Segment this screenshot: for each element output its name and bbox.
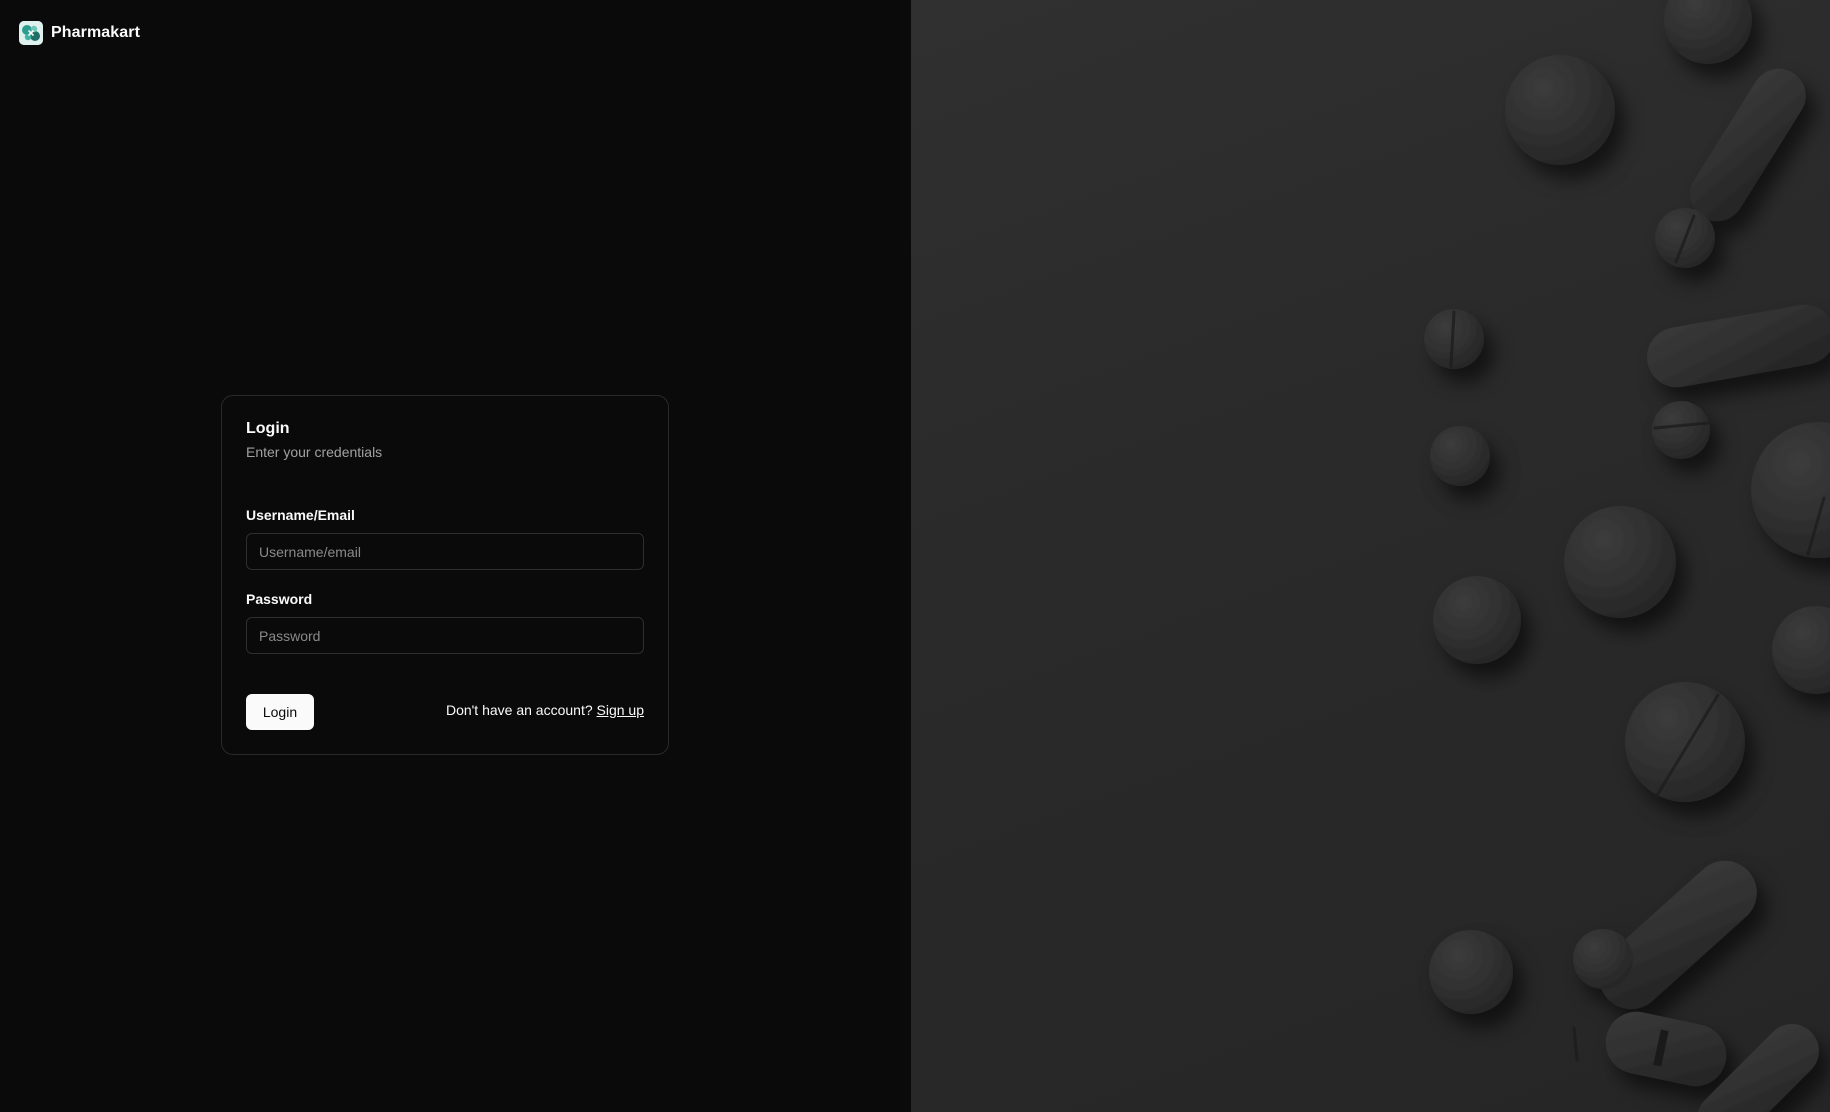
login-pane: Pharmakart Login Enter your credentials … — [0, 0, 911, 1112]
pills-illustration — [1424, 0, 1830, 1112]
card-subtitle: Enter your credentials — [246, 444, 383, 460]
username-input[interactable] — [246, 533, 644, 570]
pills-and-capsules-image — [911, 0, 1830, 1112]
brand-name: Pharmakart — [51, 24, 141, 41]
brand-header[interactable]: Pharmakart — [19, 21, 140, 45]
signup-link[interactable]: Sign up — [597, 702, 644, 718]
login-page: Pharmakart Login Enter your credentials … — [0, 0, 1830, 1112]
password-input[interactable] — [246, 617, 644, 654]
signup-row: Don't have an account? Sign up — [446, 702, 644, 718]
username-label: Username/Email — [246, 507, 355, 523]
login-button[interactable]: Login — [246, 694, 314, 730]
card-title: Login — [246, 420, 290, 437]
pharmakart-logo-icon — [19, 21, 43, 45]
password-label: Password — [246, 591, 313, 607]
login-card: Login Enter your credentials Username/Em… — [221, 395, 669, 755]
signup-prompt: Don't have an account? — [445, 702, 593, 718]
